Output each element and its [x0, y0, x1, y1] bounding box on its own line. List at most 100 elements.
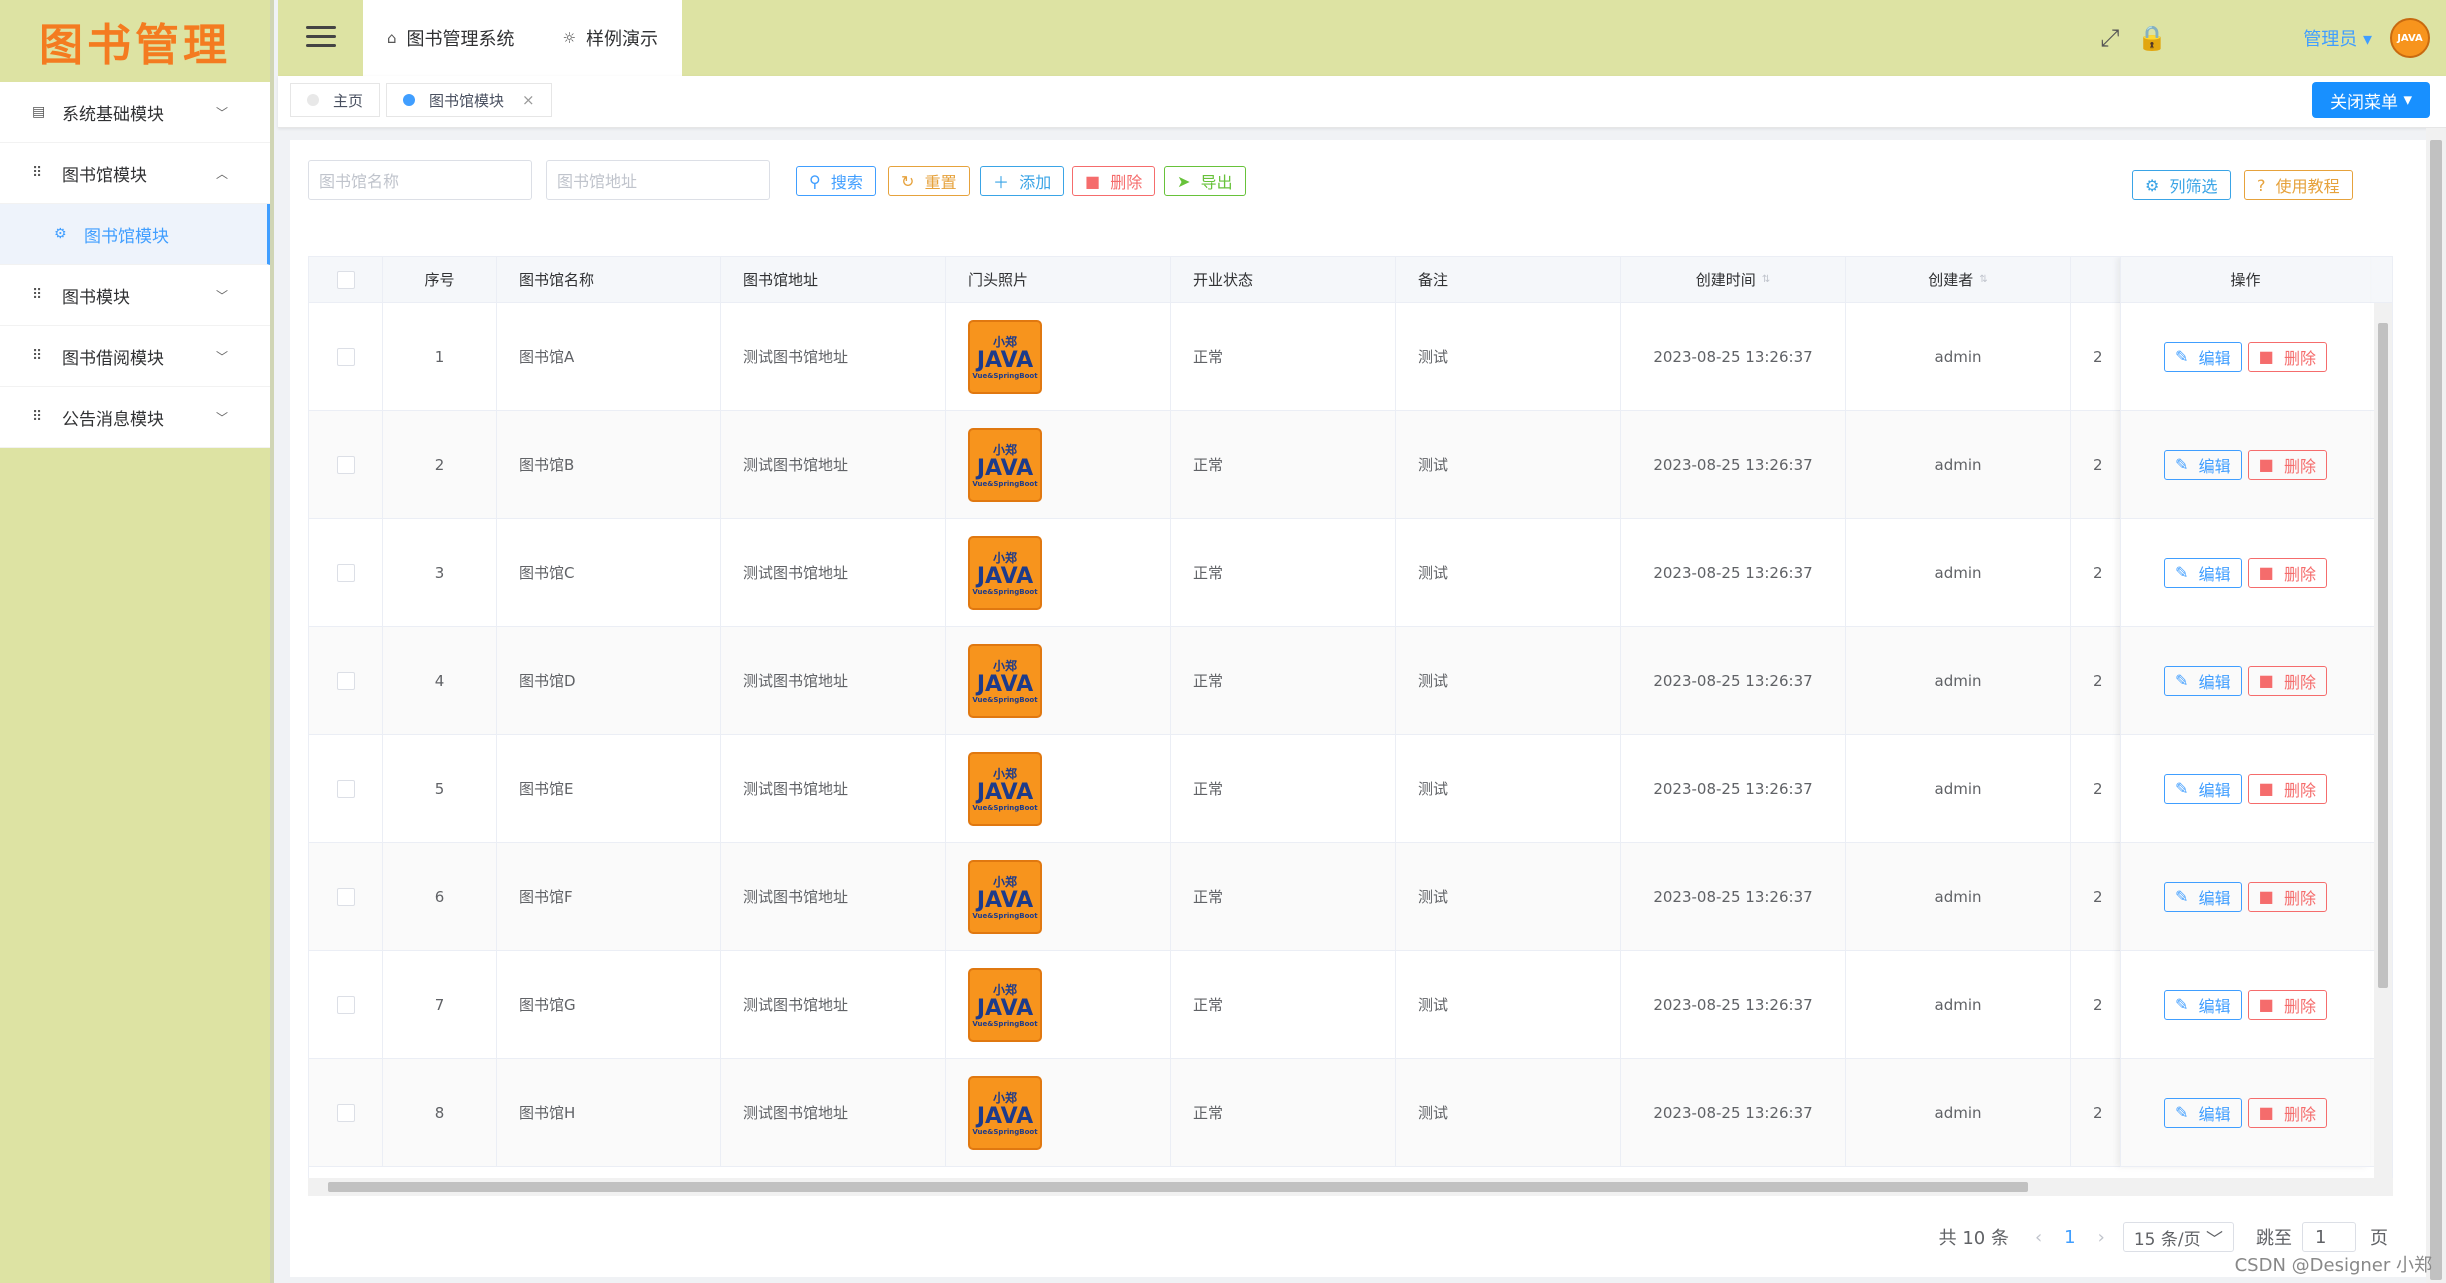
select-all-checkbox[interactable] — [309, 257, 383, 302]
delete-row-button[interactable]: ■ 删除 — [2247, 773, 2327, 804]
storefront-photo[interactable]: 小郑 JAVA Vue&SpringBoot — [968, 535, 1042, 610]
table-row: 1 图书馆A 测试图书馆地址 小郑 JAVA Vue&SpringBoot 正常 测试 2023… — [309, 303, 2392, 411]
storefront-photo[interactable]: 小郑 JAVA Vue&SpringBoot — [968, 751, 1042, 826]
tab-system[interactable]: ⌂ 图书管理系统 — [363, 0, 539, 76]
cell-created: 2023-08-25 13:26:37 — [1621, 951, 1846, 1058]
edit-icon: ✎ — [2175, 455, 2189, 474]
delete-row-button[interactable]: ■ 删除 — [2247, 1097, 2327, 1128]
grid-icon: ⠿ — [32, 165, 43, 181]
column-filter-button[interactable]: ⚙ 列筛选 — [2132, 170, 2231, 200]
page-scrollbar[interactable] — [2426, 128, 2446, 1283]
sidebar-subitem-library[interactable]: ⚙ 图书馆模块 — [0, 204, 270, 265]
edit-button[interactable]: ✎ 编辑 — [2164, 773, 2242, 804]
home-icon: ⌂ — [387, 29, 397, 47]
action-row: ✎ 编辑 ■ 删除 — [2121, 951, 2370, 1059]
tutorial-button[interactable]: ? 使用教程 — [2244, 170, 2353, 200]
prev-page-icon[interactable]: ‹ — [2035, 1227, 2042, 1248]
delete-row-button[interactable]: ■ 删除 — [2247, 989, 2327, 1020]
delete-row-button[interactable]: ■ 删除 — [2247, 665, 2327, 696]
tag-home[interactable]: 主页 — [290, 83, 381, 117]
cell-name: 图书馆B — [497, 411, 721, 518]
table-row: 6 图书馆F 测试图书馆地址 小郑 JAVA Vue&SpringBoot 正常 测试 2023… — [309, 843, 2392, 951]
edit-button[interactable]: ✎ 编辑 — [2164, 989, 2242, 1020]
button-label: 删除 — [1110, 173, 1143, 192]
avatar[interactable]: JAVA — [2390, 18, 2430, 58]
trash-icon: ■ — [2258, 671, 2274, 690]
delete-row-button[interactable]: ■ 删除 — [2247, 557, 2327, 588]
trash-icon: ■ — [2258, 995, 2274, 1014]
cell-status: 正常 — [1171, 951, 1396, 1058]
tab-demo[interactable]: ☼ 样例演示 — [539, 0, 682, 76]
row-checkbox[interactable] — [309, 519, 383, 626]
row-checkbox[interactable] — [309, 303, 383, 410]
col-header: 序号 — [383, 257, 497, 302]
col-header-created[interactable]: 创建时间 ⇅ — [1621, 257, 1846, 302]
col-header: 图书馆地址 — [721, 257, 946, 302]
row-checkbox[interactable] — [309, 735, 383, 842]
storefront-photo[interactable]: 小郑 JAVA Vue&SpringBoot — [968, 1075, 1042, 1150]
goto-input[interactable]: 1 — [2302, 1222, 2356, 1252]
col-header-creator[interactable]: 创建者 ⇅ — [1846, 257, 2071, 302]
sidebar-item-label: 系统基础模块 — [62, 104, 164, 125]
sidebar-item-library[interactable]: ⠿ 图书馆模块 ︿ — [0, 143, 270, 204]
fullscreen-icon[interactable]: ⤢ — [2100, 24, 2119, 52]
tag-label: 图书馆模块 — [429, 91, 505, 110]
edit-button[interactable]: ✎ 编辑 — [2164, 449, 2242, 480]
export-button[interactable]: ➤ 导出 — [1164, 166, 1246, 196]
col-header-label: 创建时间 — [1695, 271, 1756, 289]
sidebar-item-system-base[interactable]: ▤ 系统基础模块 ﹀ — [0, 82, 270, 143]
storefront-photo[interactable]: 小郑 JAVA Vue&SpringBoot — [968, 319, 1042, 394]
row-checkbox[interactable] — [309, 627, 383, 734]
sidebar-item-books[interactable]: ⠿ 图书模块 ﹀ — [0, 265, 270, 326]
tag-library[interactable]: 图书馆模块 × — [386, 83, 552, 117]
row-checkbox[interactable] — [309, 951, 383, 1058]
app-logo: 图书管理 — [39, 20, 231, 71]
delete-row-button[interactable]: ■ 删除 — [2247, 341, 2327, 372]
page-size-label: 15 条/页 — [2133, 1229, 2201, 1250]
button-label: 添加 — [1019, 173, 1052, 192]
user-menu[interactable]: 管理员 ▾ — [2303, 25, 2372, 51]
delete-row-button[interactable]: ■ 删除 — [2247, 881, 2327, 912]
sidebar-item-label: 图书模块 — [62, 287, 130, 308]
data-table: 序号 图书馆名称 图书馆地址 门头照片 开业状态 备注 创建时间 ⇅ 创建者 ⇅ 1… — [308, 256, 2393, 1196]
lock-icon[interactable]: 🔒 — [2137, 24, 2167, 52]
row-checkbox[interactable] — [309, 411, 383, 518]
row-checkbox[interactable] — [309, 1059, 383, 1166]
sort-icon[interactable]: ⇅ — [1762, 274, 1770, 285]
storefront-photo[interactable]: 小郑 JAVA Vue&SpringBoot — [968, 643, 1042, 718]
row-checkbox[interactable] — [309, 843, 383, 950]
cell-creator: admin — [1846, 519, 2071, 626]
cell-photo: 小郑 JAVA Vue&SpringBoot — [946, 843, 1171, 950]
edit-button[interactable]: ✎ 编辑 — [2164, 665, 2242, 696]
storefront-photo[interactable]: 小郑 JAVA Vue&SpringBoot — [968, 427, 1042, 502]
delete-row-button[interactable]: ■ 删除 — [2247, 449, 2327, 480]
edit-button[interactable]: ✎ 编辑 — [2164, 881, 2242, 912]
storefront-photo[interactable]: 小郑 JAVA Vue&SpringBoot — [968, 859, 1042, 934]
search-button[interactable]: ⚲ 搜索 — [796, 166, 876, 196]
sidebar-item-borrow[interactable]: ⠿ 图书借阅模块 ﹀ — [0, 326, 270, 387]
tag-label: 主页 — [333, 91, 364, 110]
sidebar-item-notice[interactable]: ⠿ 公告消息模块 ﹀ — [0, 387, 270, 448]
cell-remark: 测试 — [1396, 303, 1621, 410]
reset-button[interactable]: ↻ 重置 — [888, 166, 970, 196]
add-button[interactable]: ＋ 添加 — [980, 166, 1065, 196]
edit-button[interactable]: ✎ 编辑 — [2164, 1097, 2242, 1128]
horizontal-scrollbar[interactable] — [308, 1178, 2393, 1196]
sort-icon[interactable]: ⇅ — [1979, 274, 1987, 285]
library-name-input[interactable]: 图书馆名称 — [308, 160, 532, 200]
close-icon[interactable]: × — [522, 91, 535, 109]
cell-no: 7 — [383, 951, 497, 1058]
trash-icon: ■ — [2258, 455, 2274, 474]
page-size-select[interactable]: 15 条/页 ﹀ — [2122, 1222, 2234, 1252]
next-page-icon[interactable]: › — [2098, 1227, 2105, 1248]
delete-button[interactable]: ■ 删除 — [1072, 166, 1156, 196]
edit-button[interactable]: ✎ 编辑 — [2164, 341, 2242, 372]
cell-name: 图书馆E — [497, 735, 721, 842]
edit-button[interactable]: ✎ 编辑 — [2164, 557, 2242, 588]
page-number[interactable]: 1 — [2064, 1227, 2075, 1248]
library-address-input[interactable]: 图书馆地址 — [546, 160, 770, 200]
close-menu-button[interactable]: 关闭菜单 ▾ — [2312, 82, 2430, 118]
storefront-photo[interactable]: 小郑 JAVA Vue&SpringBoot — [968, 967, 1042, 1042]
hamburger-icon[interactable] — [306, 26, 336, 48]
vertical-scrollbar[interactable] — [2374, 303, 2392, 1195]
